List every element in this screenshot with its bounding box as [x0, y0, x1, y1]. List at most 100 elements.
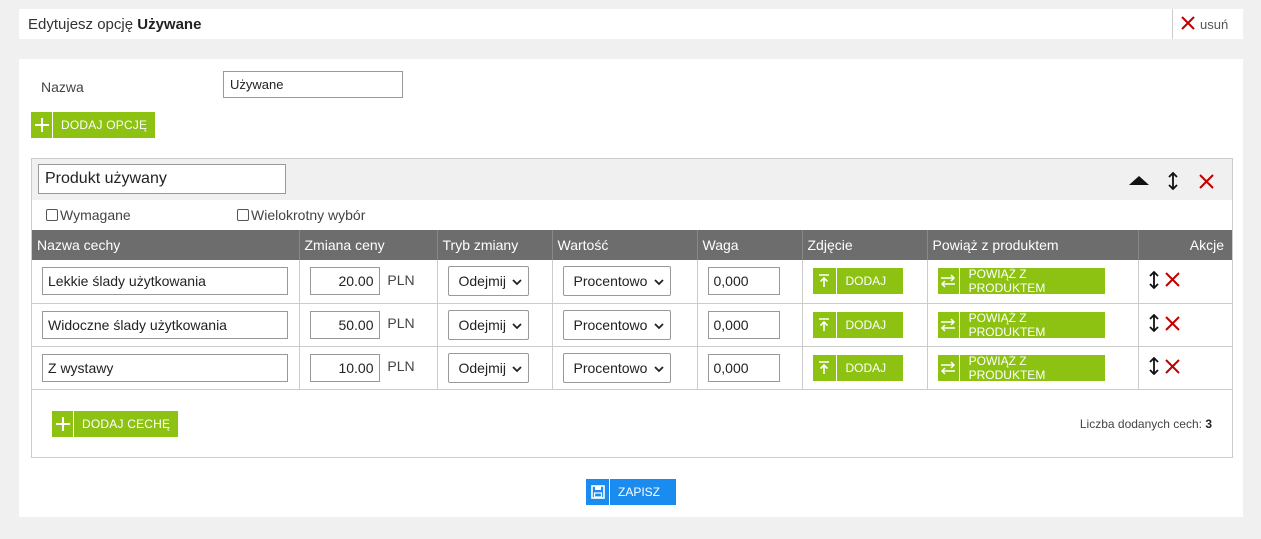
delete-label: usuń: [1200, 17, 1229, 32]
price-change-input[interactable]: 20.00: [309, 267, 380, 296]
value-type-select[interactable]: Procentowo: [562, 266, 671, 297]
weight-input[interactable]: 0,000: [707, 310, 780, 339]
feature-name-input[interactable]: Lekkie ślady użytkowania: [42, 267, 288, 296]
feature-name-input[interactable]: Z wystawy: [42, 353, 288, 382]
required-checkbox-box[interactable]: [46, 209, 58, 221]
name-label: Nazwa: [41, 79, 84, 95]
row-actions: [1148, 270, 1233, 292]
option-name: Używane: [137, 16, 202, 33]
add-option-button[interactable]: DODAJ OPCJĘ: [31, 112, 156, 138]
remove-group-icon[interactable]: [1199, 174, 1214, 193]
group-name-input[interactable]: Produkt używany: [38, 164, 286, 194]
currency-label: PLN: [387, 315, 415, 332]
cell-name: Z wystawy: [32, 346, 300, 390]
cell-link: POWIĄŻ Z PRODUKTEM: [927, 346, 1139, 390]
save-label: ZAPISZ: [618, 485, 661, 499]
cell-actions: [1138, 346, 1233, 390]
save-button[interactable]: ZAPISZ: [586, 479, 676, 505]
chevron-down-icon: [653, 360, 664, 376]
cell-value: Procentowo: [552, 303, 698, 347]
col-header: Waga: [697, 230, 803, 260]
upload-icon: [813, 311, 837, 338]
chevron-down-icon: [653, 273, 664, 289]
cell-value: Procentowo: [552, 346, 698, 390]
remove-row-icon[interactable]: [1164, 358, 1180, 377]
add-option-label: DODAJ OPCJĘ: [61, 118, 148, 132]
cell-price: 20.00 PLN: [299, 260, 438, 304]
cell-value: Procentowo: [552, 260, 698, 304]
col-header: Nazwa cechy: [32, 230, 300, 260]
change-mode-select[interactable]: Odejmij: [447, 309, 529, 340]
cell-mode: Odejmij: [437, 303, 553, 347]
chevron-down-icon: [653, 317, 664, 333]
cell-name: Widoczne ślady użytkowania: [32, 303, 300, 347]
move-vertical-icon[interactable]: [1148, 270, 1159, 292]
chevron-down-icon: [512, 273, 522, 289]
link-product-button[interactable]: POWIĄŻ Z PRODUKTEM: [937, 354, 1105, 382]
save-icon: [586, 479, 610, 505]
multi-select-checkbox[interactable]: Wielokrotny wybór: [237, 207, 365, 223]
add-feature-button[interactable]: DODAJ CECHĘ: [52, 411, 179, 437]
link-arrows-icon: [938, 268, 960, 295]
link-product-button[interactable]: POWIĄŻ Z PRODUKTEM: [937, 267, 1105, 295]
delete-option-link[interactable]: usuń: [1180, 15, 1228, 34]
value-type-select[interactable]: Procentowo: [562, 352, 671, 383]
col-header: Zmiana ceny: [299, 230, 438, 260]
cell-photo: DODAJ: [802, 260, 928, 304]
cell-photo: DODAJ: [802, 346, 928, 390]
price-change-input[interactable]: 50.00: [309, 310, 380, 339]
col-header: Wartość: [552, 230, 698, 260]
remove-row-icon[interactable]: [1164, 315, 1180, 334]
move-vertical-icon[interactable]: [1148, 356, 1159, 378]
upload-icon: [813, 354, 837, 381]
cell-link: POWIĄŻ Z PRODUKTEM: [927, 260, 1139, 304]
weight-input[interactable]: 0,000: [707, 353, 780, 382]
move-vertical-icon[interactable]: [1148, 313, 1159, 335]
cell-name: Lekkie ślady użytkowania: [32, 260, 300, 304]
feature-count: Liczba dodanych cech: 3: [1079, 417, 1212, 431]
link-product-button[interactable]: POWIĄŻ Z PRODUKTEM: [937, 311, 1105, 339]
collapse-arrow-icon[interactable]: [1129, 176, 1149, 185]
cell-mode: Odejmij: [437, 260, 553, 304]
table-row: Z wystawy 10.00 PLN Odejmij Procentowo 0…: [32, 346, 1233, 390]
feature-group: Produkt używany Wymagane Wielokrotny wyb…: [31, 158, 1233, 458]
value-type-select[interactable]: Procentowo: [562, 309, 671, 340]
page-title: Edytujesz opcję Używane: [28, 16, 202, 33]
remove-row-icon[interactable]: [1164, 272, 1180, 290]
cell-weight: 0,000: [697, 260, 803, 304]
close-icon: [1180, 15, 1196, 34]
table-row: Widoczne ślady użytkowania 50.00 PLN Ode…: [32, 303, 1232, 347]
change-mode-select[interactable]: Odejmij: [447, 266, 529, 297]
weight-input[interactable]: 0,000: [707, 267, 780, 296]
cell-price: 10.00 PLN: [299, 346, 438, 390]
chevron-down-icon: [512, 360, 522, 376]
plus-icon: [52, 411, 74, 437]
cell-photo: DODAJ: [802, 303, 928, 347]
option-panel: Nazwa Używane DODAJ OPCJĘ Produkt używan…: [19, 59, 1243, 517]
add-photo-button[interactable]: DODAJ: [812, 268, 903, 295]
move-vertical-icon[interactable]: [1168, 171, 1178, 194]
required-checkbox[interactable]: Wymagane: [46, 207, 131, 223]
add-photo-button[interactable]: DODAJ: [812, 311, 903, 338]
upload-icon: [813, 268, 837, 295]
feature-name-input[interactable]: Widoczne ślady użytkowania: [42, 310, 288, 339]
currency-label: PLN: [387, 271, 415, 288]
multi-select-checkbox-box[interactable]: [237, 209, 249, 221]
name-input[interactable]: Używane: [223, 71, 403, 98]
table-row: Lekkie ślady użytkowania 20.00 PLN Odejm…: [32, 260, 1233, 304]
page-header: Edytujesz opcję Używane usuń: [19, 9, 1243, 39]
group-header: Produkt używany: [32, 159, 1232, 200]
chevron-down-icon: [512, 317, 522, 333]
col-header: Tryb zmiany: [437, 230, 553, 260]
cell-link: POWIĄŻ Z PRODUKTEM: [927, 303, 1139, 347]
link-arrows-icon: [938, 354, 960, 381]
add-photo-button[interactable]: DODAJ: [812, 354, 903, 381]
cell-actions: [1138, 303, 1232, 347]
change-mode-select[interactable]: Odejmij: [447, 352, 529, 383]
cell-weight: 0,000: [697, 303, 803, 347]
price-change-input[interactable]: 10.00: [309, 353, 380, 382]
add-feature-label: DODAJ CECHĘ: [82, 417, 171, 431]
features-table: Nazwa cechy Zmiana ceny Tryb zmiany Wart…: [32, 230, 1232, 390]
table-header-row: Nazwa cechy Zmiana ceny Tryb zmiany Wart…: [32, 230, 1232, 260]
row-actions: [1148, 356, 1233, 378]
